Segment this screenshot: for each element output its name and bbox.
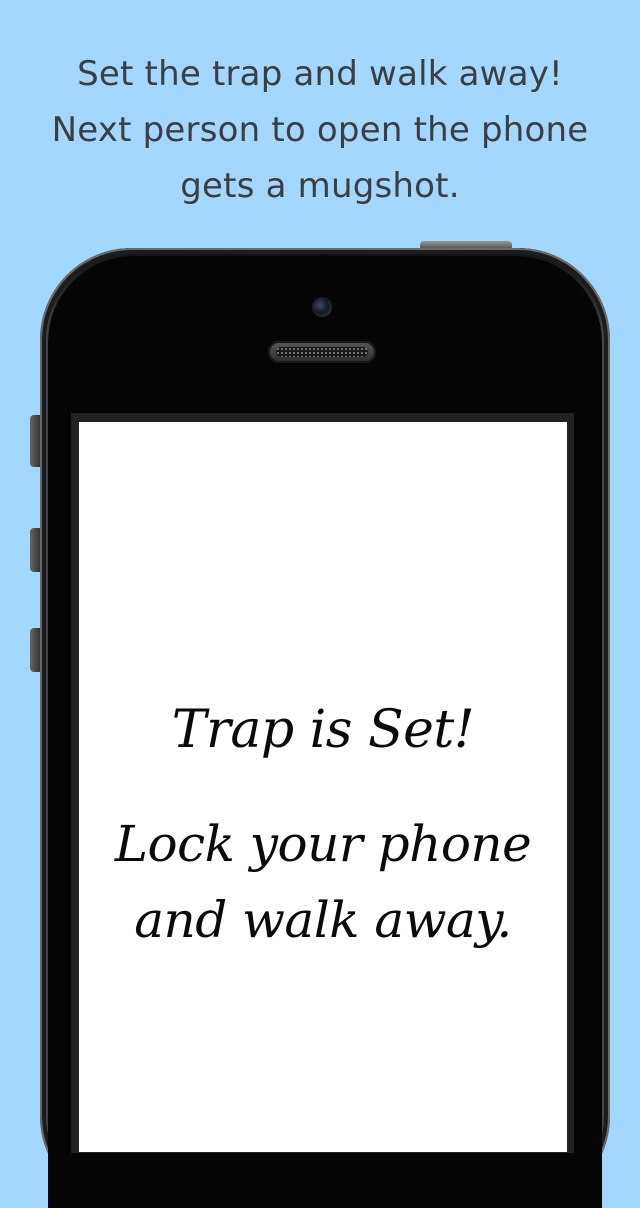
front-camera-icon [312,297,332,317]
speaker-grill-mesh [276,347,368,357]
headline-line-3: gets a mugshot. [180,166,460,206]
promo-headline: Set the trap and walk away! Next person … [0,46,640,214]
speaker-grill-icon [268,341,376,363]
instruction-line-1: Lock your phone [114,815,532,873]
phone-screen: Trap is Set! Lock your phone and walk aw… [79,422,567,1152]
instruction-line-2: and walk away. [134,891,512,949]
trap-status-title: Trap is Set! [171,700,475,760]
headline-line-2: Next person to open the phone [51,110,589,150]
trap-instructions: Lock your phone and walk away. [79,806,567,958]
headline-line-1: Set the trap and walk away! [77,54,563,94]
